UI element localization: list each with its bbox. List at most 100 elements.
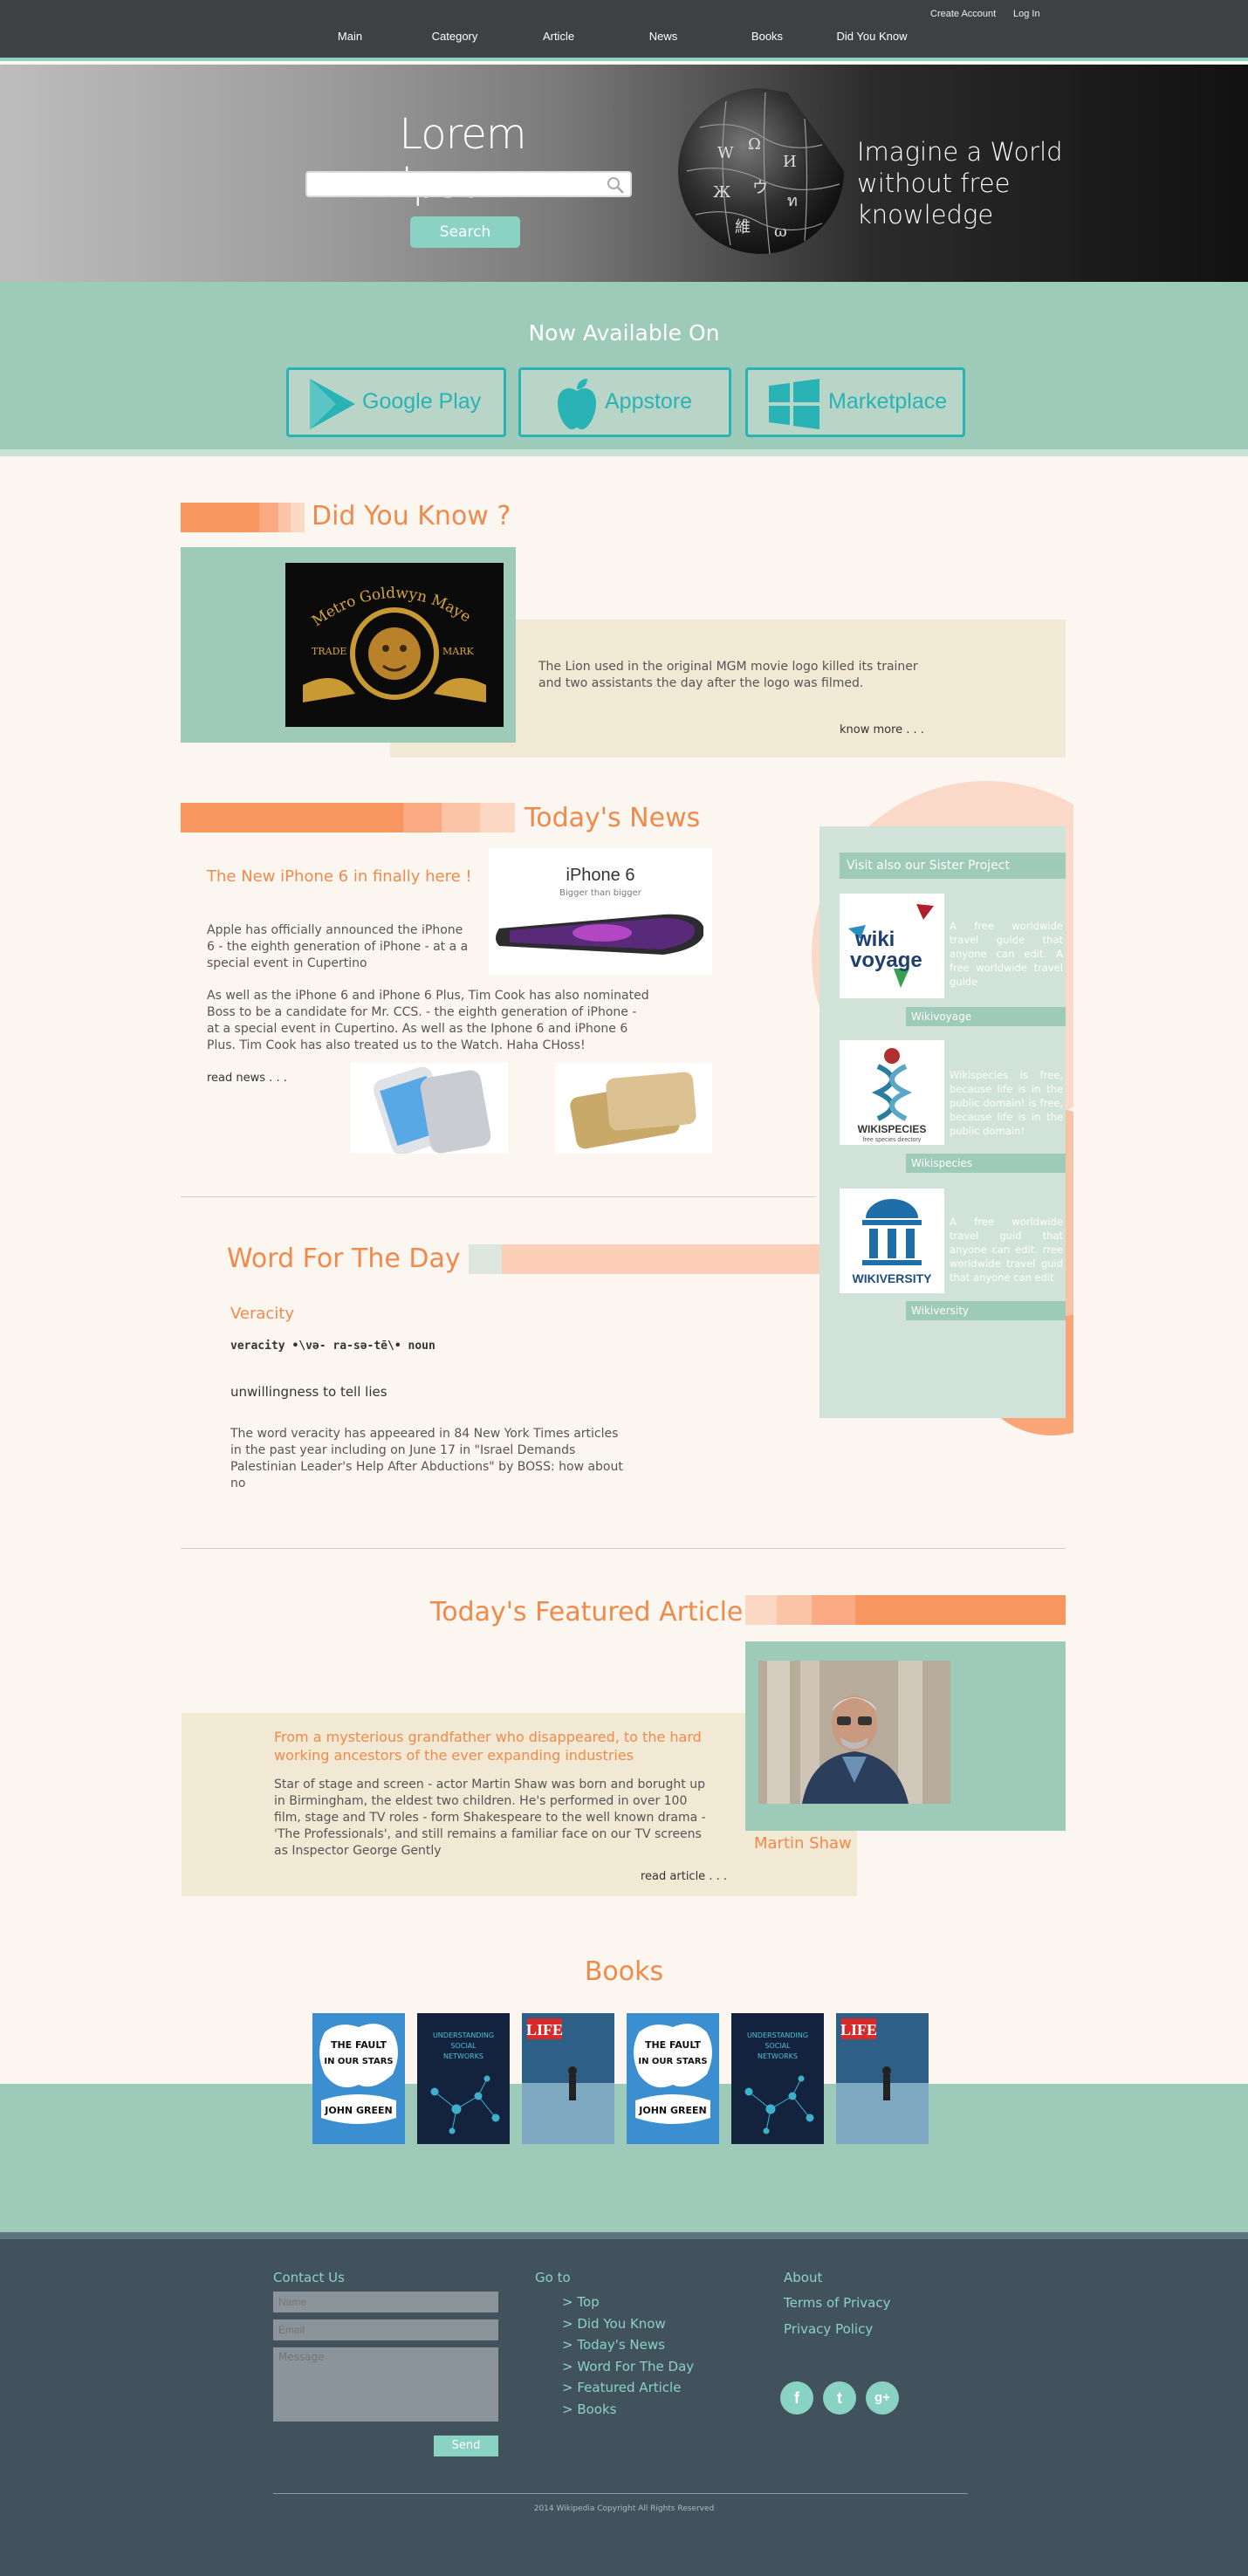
nav-did-you-know[interactable]: Did You Know bbox=[837, 30, 908, 43]
heading-bar bbox=[855, 1595, 1066, 1625]
available-heading: Now Available On bbox=[528, 320, 720, 346]
heading-bar bbox=[278, 503, 291, 532]
nav-category[interactable]: Category bbox=[432, 30, 478, 43]
wikiversity-link[interactable]: Wikiversity bbox=[906, 1301, 1066, 1320]
google-play-icon bbox=[310, 379, 355, 429]
appstore-button[interactable]: Appstore bbox=[518, 367, 731, 437]
slogan-line: Imagine a World bbox=[857, 137, 1063, 167]
search-button[interactable]: Search bbox=[410, 216, 520, 248]
books-band bbox=[0, 2084, 1248, 2232]
privacy-policy-link[interactable]: Privacy Policy bbox=[784, 2321, 873, 2337]
logo-text: voyage bbox=[850, 949, 922, 972]
wikiversity-logo[interactable]: WIKIVERSITY bbox=[840, 1189, 944, 1293]
create-account-link[interactable]: Create Account bbox=[930, 9, 996, 19]
facebook-icon[interactable]: f bbox=[780, 2381, 813, 2415]
search-input[interactable] bbox=[307, 173, 586, 194]
nav-main[interactable]: Main bbox=[338, 30, 362, 43]
book-title: UNDERSTANDING bbox=[433, 2031, 494, 2039]
contact-name-input[interactable] bbox=[273, 2292, 498, 2312]
heading-bar bbox=[291, 503, 305, 532]
contact-heading: Contact Us bbox=[273, 2270, 345, 2285]
wikivoyage-logo[interactable]: wiki voyage bbox=[840, 894, 944, 998]
news-paragraph: As well as the iPhone 6 and iPhone 6 Plu… bbox=[207, 989, 649, 1052]
heading-bar bbox=[181, 503, 259, 532]
google-play-button[interactable]: Google Play bbox=[286, 367, 506, 437]
book-cover[interactable]: THE FAULT IN OUR STARS JOHN GREEN bbox=[312, 2013, 405, 2144]
iphone-white-picture bbox=[373, 1066, 491, 1155]
twitter-icon[interactable]: t bbox=[823, 2381, 856, 2415]
hero-banner: Lorem Ipsum Search WΩИ Жウท 維ω bbox=[0, 65, 1248, 282]
svg-text:W: W bbox=[717, 144, 734, 162]
book-cover[interactable]: THE FAULT IN OUR STARS JOHN GREEN bbox=[627, 2013, 719, 2144]
nav-article[interactable]: Article bbox=[543, 30, 574, 43]
svg-text:ท: ท bbox=[787, 192, 798, 210]
did-you-know-title: Did You Know ? bbox=[312, 501, 511, 531]
copyright-text: 2014 Wikipedia Copyright All Rights Rese… bbox=[533, 2504, 715, 2513]
book-title: IN OUR STARS bbox=[638, 2057, 707, 2066]
google-plus-icon[interactable]: g+ bbox=[866, 2381, 899, 2415]
search-icon[interactable] bbox=[606, 175, 625, 195]
featured-person-name: Martin Shaw bbox=[754, 1834, 852, 1853]
heading-bar bbox=[502, 1244, 819, 1274]
marketplace-button[interactable]: Marketplace bbox=[745, 367, 965, 437]
heading-bar bbox=[469, 1244, 502, 1274]
send-button[interactable]: Send bbox=[434, 2436, 498, 2456]
hero-slogan: Imagine a World without free knowledge bbox=[857, 136, 1084, 230]
heading-bar bbox=[442, 803, 480, 832]
heading-bar bbox=[777, 1595, 812, 1625]
goto-featured-article-link[interactable]: > Featured Article bbox=[562, 2380, 681, 2395]
footer-divider bbox=[273, 2493, 968, 2494]
iphone6-ad-image: iPhone 6 Bigger than bigger bbox=[489, 848, 712, 975]
slogan-line: without free bbox=[857, 168, 1011, 198]
login-link[interactable]: Log In bbox=[1013, 9, 1040, 19]
contact-message-input[interactable] bbox=[273, 2347, 498, 2422]
nav-news[interactable]: News bbox=[649, 30, 678, 43]
svg-text:維: 維 bbox=[735, 218, 751, 236]
read-article-link[interactable]: read article . . . bbox=[641, 1870, 727, 1883]
word-of-day-title: Word For The Day bbox=[227, 1243, 461, 1274]
book-cover[interactable]: LIFE bbox=[522, 2013, 614, 2144]
goto-todays-news-link[interactable]: > Today's News bbox=[562, 2337, 665, 2353]
goto-word-of-day-link[interactable]: > Word For The Day bbox=[562, 2359, 694, 2374]
about-link[interactable]: About bbox=[784, 2270, 822, 2285]
featured-lead: From a mysterious grandfather who disapp… bbox=[274, 1729, 702, 1764]
goto-did-you-know-link[interactable]: > Did You Know bbox=[562, 2316, 666, 2332]
store-label: Google Play bbox=[362, 389, 482, 414]
book-cover[interactable]: UNDERSTANDING SOCIAL NETWORKS bbox=[731, 2013, 824, 2144]
svg-text:Ж: Ж bbox=[713, 183, 731, 202]
book-title: UNDERSTANDING bbox=[747, 2031, 808, 2039]
heading-bar bbox=[745, 1595, 777, 1625]
wikispecies-logo[interactable]: WIKISPECIES free species directory bbox=[840, 1040, 944, 1145]
news-headline[interactable]: The New iPhone 6 in finally here ! bbox=[207, 867, 472, 886]
contact-email-input[interactable] bbox=[273, 2319, 498, 2340]
slogan-line: knowledge bbox=[857, 200, 994, 230]
know-more-link[interactable]: know more . . . bbox=[840, 723, 924, 736]
book-cover[interactable]: UNDERSTANDING SOCIAL NETWORKS bbox=[417, 2013, 510, 2144]
heading-bar bbox=[403, 803, 442, 832]
iphone-image bbox=[496, 914, 703, 955]
wikiversity-description: A free worldwide travel guid that anyone… bbox=[950, 1216, 1063, 1284]
section-divider bbox=[181, 1196, 816, 1197]
logo-subtext: free species directory bbox=[863, 1137, 922, 1143]
book-title: LIFE bbox=[526, 2021, 563, 2038]
read-news-link[interactable]: read news . . . bbox=[207, 1072, 287, 1085]
goto-heading: Go to bbox=[535, 2270, 571, 2285]
todays-news-title: Today's News bbox=[525, 803, 701, 833]
wikiversity-logo-image: WIKIVERSITY bbox=[852, 1199, 932, 1285]
heading-bar bbox=[812, 1595, 855, 1625]
word-pronunciation: veracity •\və- ra-sə-tē\• noun bbox=[230, 1339, 435, 1353]
book-title: SOCIAL bbox=[450, 2042, 477, 2050]
svg-text:ω: ω bbox=[774, 223, 787, 241]
wikispecies-link[interactable]: Wikispecies bbox=[906, 1154, 1066, 1173]
nav-books[interactable]: Books bbox=[751, 30, 783, 43]
book-cover[interactable]: LIFE bbox=[836, 2013, 929, 2144]
search-box bbox=[305, 171, 632, 197]
sister-projects-heading: Visit also our Sister Project bbox=[840, 853, 1066, 879]
goto-top-link[interactable]: > Top bbox=[562, 2294, 600, 2310]
terms-of-privacy-link[interactable]: Terms of Privacy bbox=[784, 2295, 890, 2311]
word-of-day-word: Veracity bbox=[230, 1305, 295, 1323]
footer bbox=[0, 2232, 1248, 2576]
goto-books-link[interactable]: > Books bbox=[562, 2401, 616, 2417]
wikivoyage-link[interactable]: Wikivoyage bbox=[906, 1007, 1066, 1026]
wikivoyage-logo-image: wiki voyage bbox=[848, 904, 934, 988]
